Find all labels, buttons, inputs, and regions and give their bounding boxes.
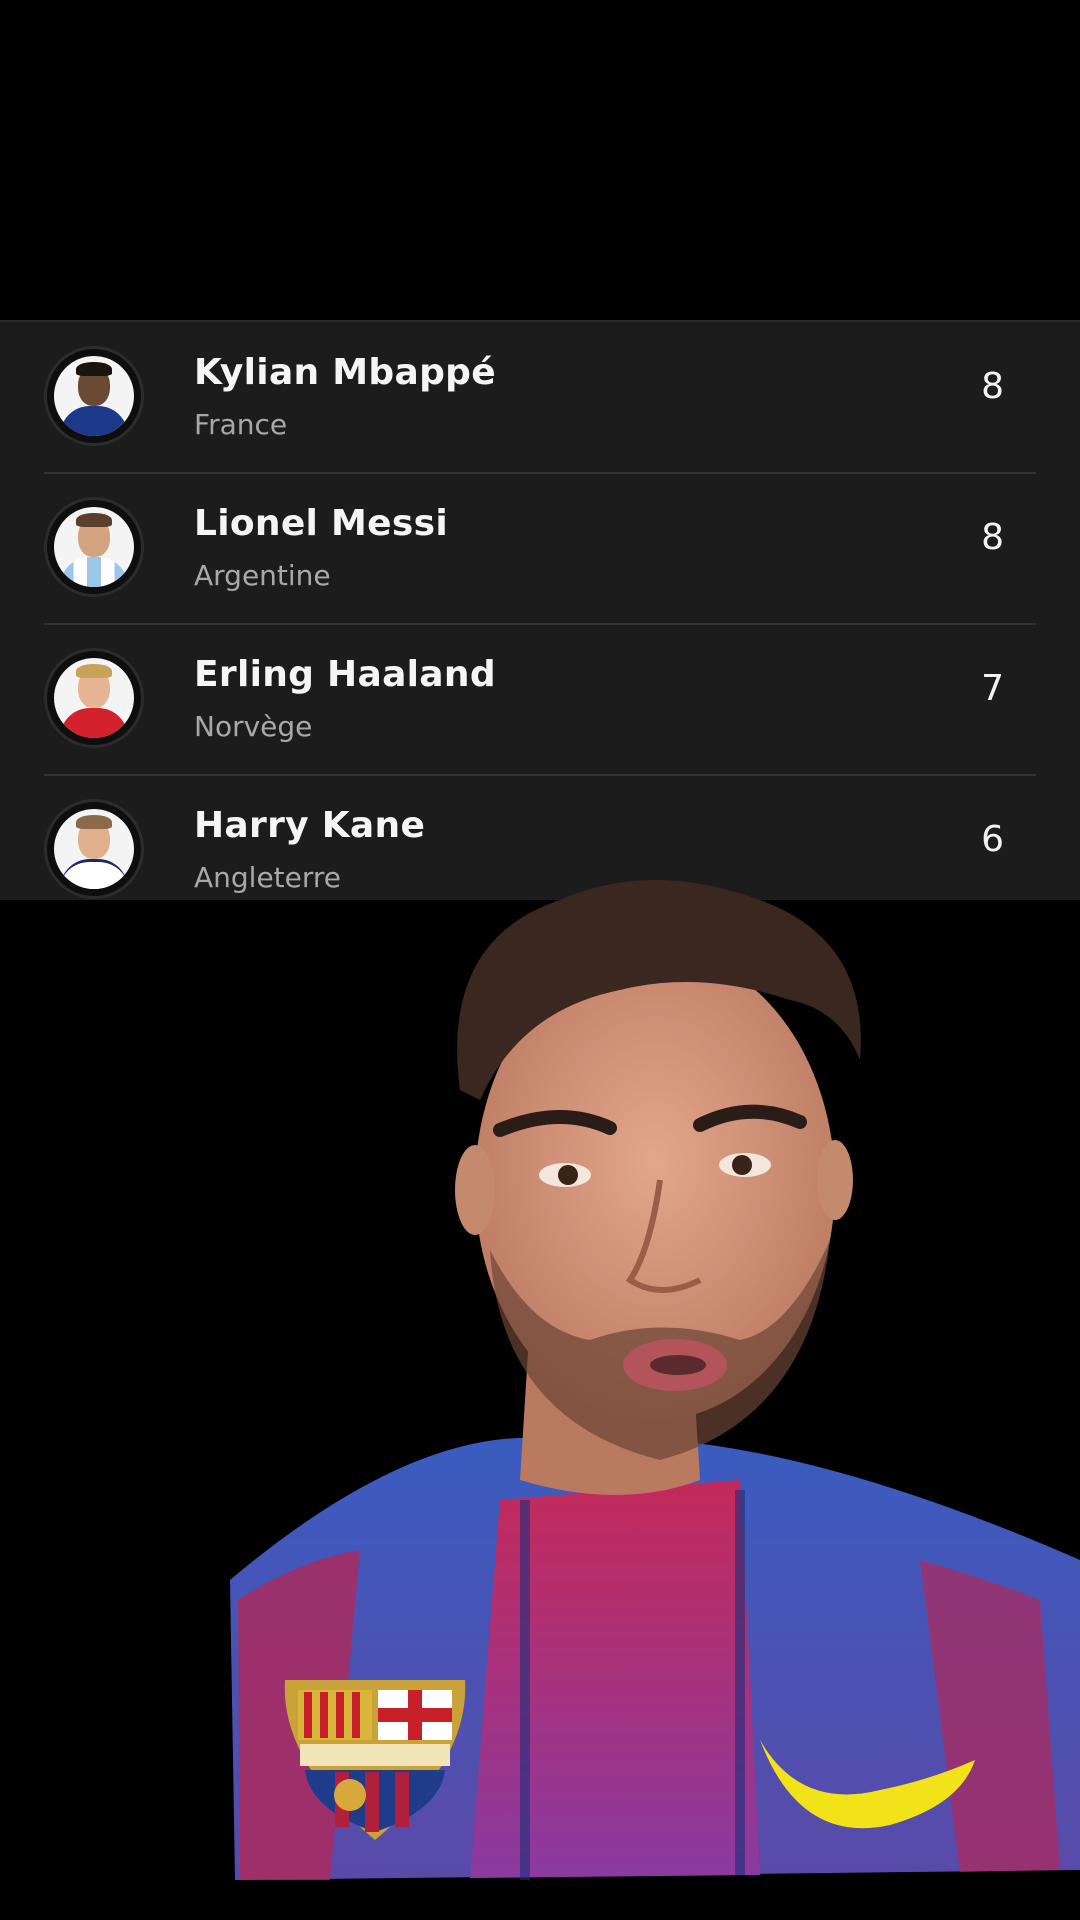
player-value: 8: [981, 517, 1004, 558]
player-country: France: [194, 408, 288, 441]
player-value: 7: [981, 668, 1004, 709]
player-value: 8: [981, 366, 1004, 407]
player-country: Norvège: [194, 710, 313, 743]
player-name: Kylian Mbappé: [194, 352, 496, 393]
player-avatar-messi: [44, 497, 144, 597]
player-avatar-haaland: [44, 648, 144, 748]
player-name: Harry Kane: [194, 805, 426, 846]
list-item[interactable]: Lionel Messi Argentine 8: [0, 473, 1080, 623]
shirt-stripe: [470, 1480, 760, 1878]
player-name: Erling Haaland: [194, 654, 496, 695]
presenter-video: [230, 880, 1080, 1880]
list-item[interactable]: Kylian Mbappé France 8: [0, 322, 1080, 472]
list-item[interactable]: Erling Haaland Norvège 7: [0, 624, 1080, 774]
player-name: Lionel Messi: [194, 503, 448, 544]
player-country: Argentine: [194, 559, 331, 592]
top-scorers-list: Kylian Mbappé France 8 Lionel Messi Arge…: [0, 320, 1080, 900]
player-avatar-mbappe: [44, 346, 144, 446]
player-value: 6: [981, 819, 1004, 860]
